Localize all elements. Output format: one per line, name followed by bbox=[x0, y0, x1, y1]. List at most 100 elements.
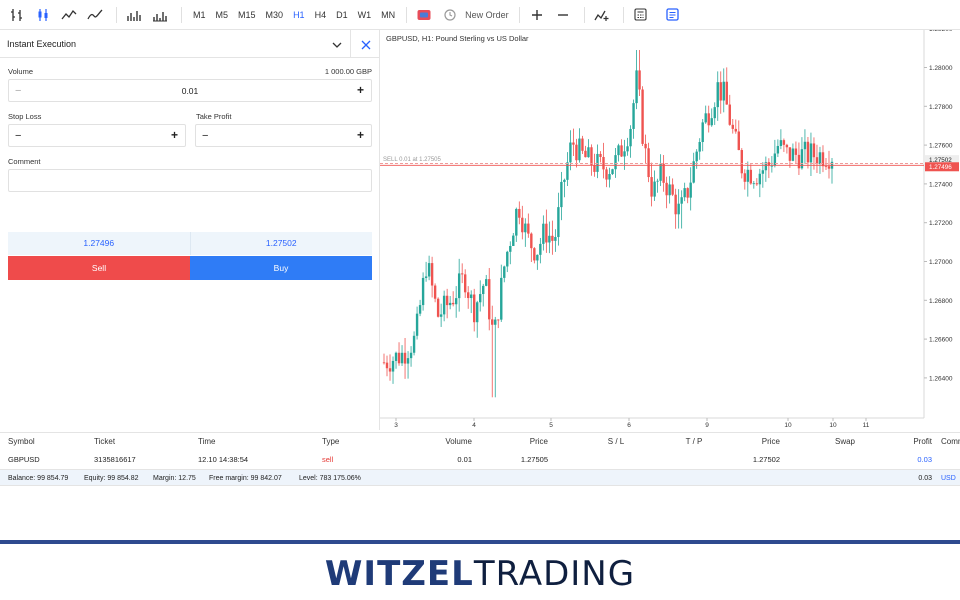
col-type[interactable]: Type bbox=[322, 433, 339, 451]
price-chart[interactable]: 1.28200 1.28000 1.27800 1.27600 1.27400 1.272… bbox=[380, 30, 960, 432]
candle-body bbox=[686, 188, 689, 198]
candle-body bbox=[533, 248, 536, 261]
candle-body bbox=[701, 122, 704, 143]
cell-price: 1.27505 bbox=[520, 455, 548, 464]
ask-price: 1.27502 bbox=[189, 232, 373, 255]
take-profit-increase-button[interactable]: + bbox=[357, 129, 364, 142]
take-profit-stepper[interactable]: − + bbox=[195, 124, 372, 147]
candle-body bbox=[608, 174, 611, 180]
bar-chart-icon[interactable] bbox=[6, 4, 28, 26]
volume-stepper[interactable]: − 0.01 + bbox=[8, 79, 372, 102]
take-profit-decrease-button[interactable]: − bbox=[202, 130, 208, 142]
price-axis-label: 1.27800 bbox=[929, 104, 953, 111]
area-chart-icon[interactable] bbox=[84, 4, 106, 26]
candle-body bbox=[469, 294, 473, 299]
volume-bars-icon[interactable] bbox=[149, 4, 171, 26]
candle-body bbox=[782, 140, 786, 145]
candle-body bbox=[497, 319, 500, 321]
price-axis-label: 1.27400 bbox=[929, 181, 953, 188]
timeframe-m30[interactable]: M30 bbox=[261, 4, 289, 26]
calculator-icon[interactable] bbox=[630, 4, 652, 26]
col-price[interactable]: Price bbox=[500, 433, 548, 451]
timeframe-d1[interactable]: D1 bbox=[331, 4, 353, 26]
col-ticket[interactable]: Ticket bbox=[94, 433, 115, 451]
candle-body bbox=[827, 166, 831, 169]
line-chart-icon[interactable] bbox=[58, 4, 80, 26]
candle-body bbox=[617, 145, 620, 156]
zoom-in-icon[interactable] bbox=[526, 4, 548, 26]
candlestick-icon[interactable] bbox=[32, 4, 54, 26]
candle-body bbox=[641, 89, 644, 144]
zoom-out-icon[interactable] bbox=[552, 4, 574, 26]
timeframe-h4[interactable]: H4 bbox=[310, 4, 332, 26]
chevron-down-icon[interactable] bbox=[330, 38, 344, 50]
candle-body bbox=[412, 335, 416, 353]
candle-body bbox=[542, 223, 545, 244]
volume-increase-button[interactable]: + bbox=[357, 84, 364, 97]
close-icon[interactable] bbox=[360, 38, 372, 50]
order-type-select[interactable]: Instant Execution bbox=[7, 39, 76, 49]
candle-body bbox=[439, 314, 443, 317]
new-order-button[interactable]: New Order bbox=[465, 10, 509, 20]
candle-body bbox=[521, 217, 524, 233]
timeframe-m1[interactable]: M1 bbox=[188, 4, 211, 26]
col-symbol[interactable]: Symbol bbox=[8, 433, 35, 451]
timeframe-mn[interactable]: MN bbox=[376, 4, 400, 26]
table-row[interactable]: GBPUSD 3135816617 12.10 14:38:54 sell 0.… bbox=[0, 451, 960, 469]
candle-body bbox=[791, 148, 795, 161]
timeframe-m15[interactable]: M15 bbox=[233, 4, 261, 26]
one-click-trading-icon[interactable] bbox=[413, 4, 435, 26]
toolbar-separator bbox=[181, 6, 182, 23]
price-axis-label: 1.26400 bbox=[929, 375, 953, 382]
stop-loss-increase-button[interactable]: + bbox=[171, 129, 178, 142]
sell-button[interactable]: Sell bbox=[8, 256, 190, 280]
candle-body bbox=[659, 163, 662, 181]
candle-body bbox=[614, 155, 617, 170]
candle-body bbox=[530, 233, 533, 249]
candle-body bbox=[515, 208, 518, 236]
col-swap[interactable]: Swap bbox=[815, 433, 855, 451]
candle-body bbox=[482, 285, 485, 295]
volume-value[interactable]: 0.01 bbox=[9, 86, 371, 96]
candle-body bbox=[476, 302, 479, 323]
candle-body bbox=[665, 182, 668, 196]
comment-field[interactable] bbox=[8, 169, 372, 192]
timeframe-w1[interactable]: W1 bbox=[353, 4, 377, 26]
candle-body bbox=[818, 152, 822, 165]
timeframe-m5[interactable]: M5 bbox=[211, 4, 234, 26]
chart-canvas[interactable]: 1.28200 1.28000 1.27800 1.27600 1.27400 1.272… bbox=[380, 30, 960, 432]
col-volume[interactable]: Volume bbox=[420, 433, 472, 451]
margin-value: Margin: 12.75 bbox=[153, 475, 196, 482]
indicator-add-icon[interactable] bbox=[591, 4, 613, 26]
col-tp[interactable]: T / P bbox=[674, 433, 714, 451]
timeframe-h1[interactable]: H1 bbox=[288, 4, 310, 26]
col-comment[interactable]: Comm bbox=[941, 433, 960, 451]
stop-loss-stepper[interactable]: − + bbox=[8, 124, 186, 147]
candle-body bbox=[806, 141, 810, 163]
candle-body bbox=[536, 254, 539, 261]
trade-panel-icon[interactable] bbox=[662, 4, 684, 26]
candle-body bbox=[554, 237, 557, 241]
balance-value: Balance: 99 854.79 bbox=[8, 475, 69, 482]
candle-body bbox=[809, 143, 813, 163]
stop-loss-decrease-button[interactable]: − bbox=[15, 130, 21, 142]
cell-tp[interactable] bbox=[674, 451, 714, 469]
candle-body bbox=[776, 145, 780, 154]
candle-body bbox=[415, 313, 419, 336]
candle-body bbox=[755, 183, 759, 185]
time-axis-label: 3 bbox=[394, 422, 398, 429]
header-divider bbox=[350, 30, 351, 58]
candle-body bbox=[803, 141, 807, 150]
candle-body bbox=[527, 223, 530, 234]
col-profit[interactable]: Profit bbox=[890, 433, 932, 451]
col-current-price[interactable]: Price bbox=[740, 433, 780, 451]
clock-icon[interactable] bbox=[439, 4, 461, 26]
candle-body bbox=[731, 124, 734, 129]
candle-body bbox=[485, 279, 488, 286]
volume-label: Volume bbox=[8, 67, 34, 76]
cell-sl[interactable] bbox=[596, 451, 636, 469]
col-sl[interactable]: S / L bbox=[596, 433, 636, 451]
indicators-icon[interactable] bbox=[123, 4, 145, 26]
col-time[interactable]: Time bbox=[198, 433, 215, 451]
buy-button[interactable]: Buy bbox=[190, 256, 372, 280]
